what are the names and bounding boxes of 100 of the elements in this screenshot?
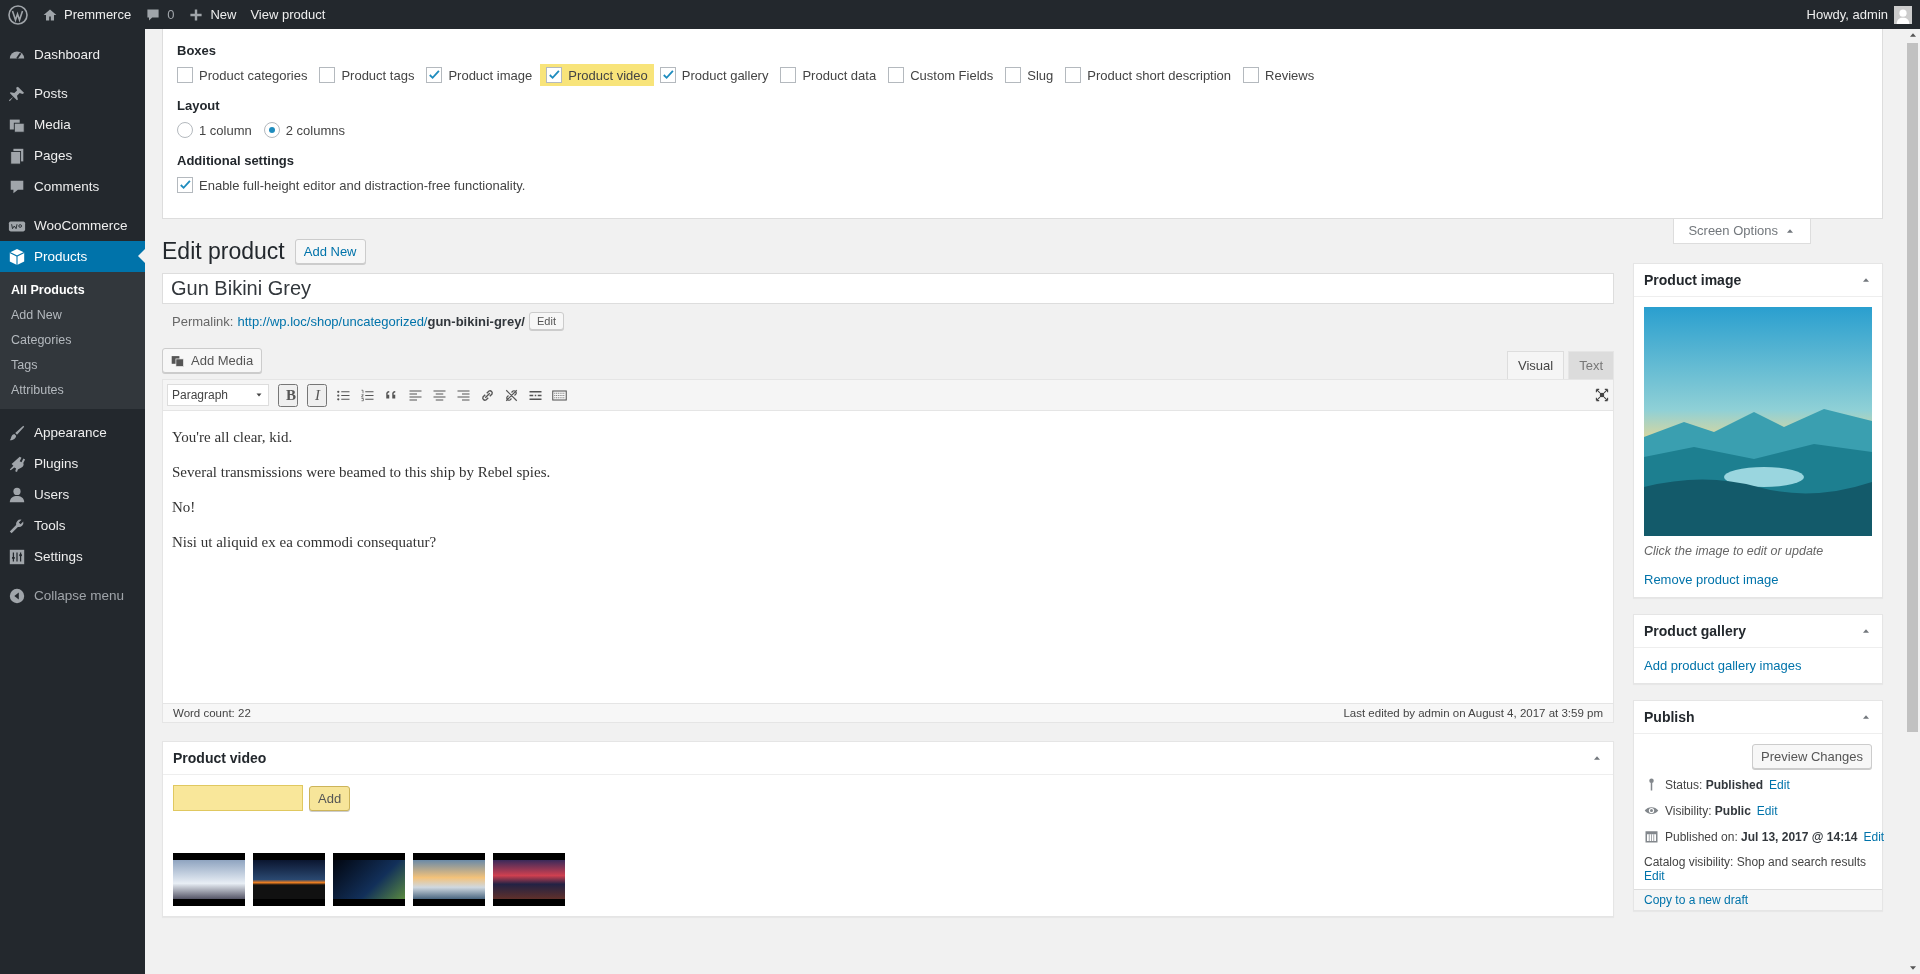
logo-icon[interactable] — [8, 4, 28, 25]
submenu-item[interactable]: Add New — [0, 303, 145, 328]
edit-link[interactable]: Edit — [1769, 777, 1790, 792]
sidebar-item[interactable]: Comments — [0, 171, 145, 202]
fullscreen-icon[interactable] — [1595, 388, 1609, 402]
collapse-icon — [8, 586, 26, 605]
video-thumbnail[interactable] — [493, 853, 565, 906]
checkbox-label: Product tags — [341, 67, 415, 83]
radio-label: 1 column — [199, 122, 252, 138]
align-left-icon[interactable] — [408, 387, 423, 403]
plus-icon — [188, 6, 205, 23]
permalink-label: Permalink: — [172, 313, 234, 329]
radio-label: 2 columns — [285, 122, 345, 138]
sidebar-item[interactable]: Products — [0, 241, 145, 272]
edit-link[interactable]: Edit — [1644, 869, 1665, 883]
checkbox[interactable] — [319, 67, 336, 83]
editor-tab[interactable]: Visual — [1506, 351, 1565, 379]
greeting-link[interactable]: Howdy, admin — [1806, 7, 1888, 22]
sidebar-item[interactable]: Tools — [0, 510, 145, 541]
checkbox[interactable] — [546, 67, 563, 83]
permalink-link[interactable]: http://wp.loc/shop/uncategorized/gun-bikini-grey/ — [237, 313, 525, 329]
checkbox[interactable] — [1065, 67, 1082, 83]
edit-link[interactable]: Edit — [1863, 829, 1885, 844]
paragraph: You're all clear, kid. — [172, 429, 294, 446]
image-caption: Click the image to edit or update — [1644, 544, 1825, 558]
sidebar-item[interactable]: Posts — [0, 78, 145, 109]
submenu-item[interactable]: All Products — [0, 278, 145, 303]
link-icon[interactable] — [480, 387, 495, 403]
site-link[interactable]: Premmerce — [64, 7, 132, 22]
sidebar-item[interactable]: Dashboard — [0, 39, 145, 70]
section-label: Additional settings — [177, 153, 295, 168]
submenu-item[interactable]: Categories — [0, 328, 145, 353]
checkbox-label: Enable full-height editor and distraction-free functionality. — [199, 177, 526, 193]
video-thumbnail[interactable] — [413, 853, 485, 906]
format-dropdown[interactable]: Paragraph — [167, 384, 269, 406]
box-title: Publish — [1644, 709, 1695, 725]
screen-options-tab[interactable]: Screen Options — [1673, 219, 1811, 244]
keyboard-icon[interactable] — [552, 387, 567, 403]
sidebar-item[interactable]: Users — [0, 479, 145, 510]
box-title: Product gallery — [1644, 623, 1746, 639]
remove-image-link[interactable]: Remove product image — [1644, 572, 1779, 587]
landscape-image[interactable] — [1644, 307, 1872, 536]
checkbox-label: Product image — [448, 67, 533, 83]
comment-count: 0 — [167, 7, 175, 22]
new-link[interactable]: New — [210, 7, 237, 22]
media-icon — [171, 353, 185, 368]
checkbox-label: Product short description — [1087, 67, 1232, 83]
publish-setting: Visibility: Public — [1665, 803, 1751, 818]
add-media-button[interactable]: Add Media — [162, 348, 263, 373]
edit-permalink-button[interactable]: Edit — [529, 312, 564, 330]
paragraph: Several transmissions were beamed to this ship by Rebel spies. — [172, 464, 552, 481]
checkbox[interactable] — [1243, 67, 1260, 83]
collapse-menu-button[interactable]: Collapse menu — [0, 580, 145, 611]
sidebar-item[interactable]: Settings — [0, 541, 145, 572]
section-label: Boxes — [177, 43, 218, 58]
checkbox[interactable] — [659, 67, 676, 83]
align-center-icon[interactable] — [432, 387, 447, 403]
menu-icon — [8, 547, 26, 566]
editor-content[interactable]: You're all clear, kid. Several transmissions were beamed to this ship by Rebel spies. No! Nisi ut aliquid ex ea commodi consequatur? — [163, 411, 1613, 703]
title-field[interactable]: Gun Bikini Grey — [162, 273, 1614, 304]
add-gallery-link[interactable]: Add product gallery images — [1644, 658, 1802, 673]
video-thumbnail[interactable] — [333, 853, 405, 906]
avatar-icon[interactable] — [1894, 5, 1912, 24]
sidebar-item[interactable]: Appearance — [0, 417, 145, 448]
sidebar-item[interactable]: Media — [0, 109, 145, 140]
page-title: Edit product — [162, 238, 285, 265]
copy-draft-link[interactable]: Copy to a new draft — [1644, 893, 1749, 907]
preview-changes-button[interactable]: Preview Changes — [1752, 744, 1872, 769]
comment-icon[interactable] — [145, 6, 162, 23]
video-thumbnail[interactable] — [173, 853, 245, 906]
add-video-button[interactable]: Add — [309, 785, 351, 811]
italic-button[interactable]: I — [307, 383, 327, 407]
video-thumbnail[interactable] — [253, 853, 325, 906]
sidebar-item[interactable]: WooCommerce — [0, 210, 145, 241]
radio-button[interactable] — [263, 122, 280, 138]
checkbox[interactable] — [177, 67, 193, 83]
radio-button[interactable] — [177, 122, 193, 138]
add-new-button[interactable]: Add New — [294, 239, 366, 264]
menu-icon — [8, 485, 26, 504]
submenu-item[interactable]: Tags — [0, 353, 145, 378]
video-url-field[interactable] — [173, 785, 303, 811]
unlink-icon[interactable] — [504, 387, 519, 403]
bold-button[interactable]: B — [278, 383, 298, 407]
checkbox[interactable] — [780, 67, 797, 83]
view-product-link[interactable]: View product — [250, 7, 326, 22]
submenu-item[interactable]: Attributes — [0, 378, 145, 403]
checkbox[interactable] — [888, 67, 905, 83]
checkbox[interactable] — [1005, 67, 1022, 83]
checkbox-label: Product data — [802, 67, 877, 83]
last-edited: Last edited by admin on August 4, 2017 at 3:59 pm — [1343, 707, 1603, 719]
sidebar-item[interactable]: Pages — [0, 140, 145, 171]
checkbox[interactable] — [426, 67, 443, 83]
menu-icon — [8, 454, 26, 473]
paragraph: No! — [172, 499, 197, 516]
sidebar-item[interactable]: Plugins — [0, 448, 145, 479]
align-right-icon[interactable] — [456, 387, 471, 403]
numbers-icon[interactable] — [360, 387, 375, 403]
publish-setting: Published on: Jul 13, 2017 @ 14:14 — [1665, 829, 1858, 844]
edit-link[interactable]: Edit — [1756, 803, 1778, 818]
checkbox[interactable] — [177, 177, 193, 193]
